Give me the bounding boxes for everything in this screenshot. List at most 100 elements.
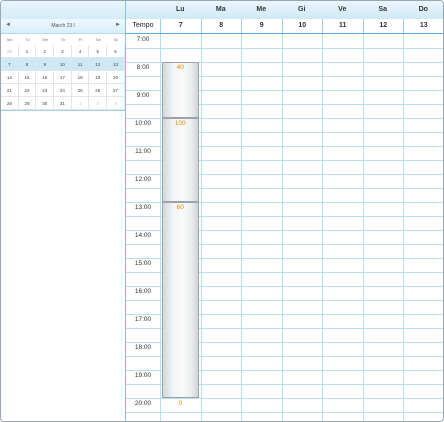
mini-calendar-day[interactable]: 7 — [1, 58, 19, 71]
day-header[interactable]: Lu — [160, 1, 201, 19]
event-value-label: 40 — [176, 64, 184, 71]
mini-calendar-weekdays: Mo Tu We Th Fr Sa Su — [1, 34, 125, 45]
week-schedule: Lu Ma Me Gi Ve Sa Do Tempo 7 8 9 10 11 12 13 7:00 8:00… — [126, 1, 443, 421]
day-header[interactable]: Ve — [322, 1, 363, 19]
weekday-label: Sa — [95, 37, 101, 42]
time-label: 11:00 — [135, 148, 151, 155]
mini-calendar-week: 14 15 16 17 18 19 20 — [1, 71, 125, 84]
mini-calendar-day[interactable]: 8 — [18, 58, 37, 71]
mini-calendar-day[interactable]: 28 — [1, 45, 19, 58]
mini-calendar-day[interactable]: 19 — [89, 71, 108, 84]
schedule-event-block[interactable] — [162, 202, 199, 398]
mini-calendar-day[interactable]: 2 — [36, 45, 55, 58]
event-value-label: 0 — [178, 400, 183, 407]
time-label: 19:00 — [134, 372, 152, 379]
date-header-cell[interactable]: 8 — [200, 19, 242, 33]
grid-column-line — [281, 34, 283, 421]
left-panel: ◄ March 23 l ► Mo Tu We Th Fr Sa Su 28 1 2… — [1, 1, 126, 421]
mini-calendar-week: 21 22 23 24 25 26 27 — [1, 84, 125, 97]
calendar-window: ◄ March 23 l ► Mo Tu We Th Fr Sa Su 28 1 2… — [0, 0, 444, 422]
mini-calendar-day[interactable]: 17 — [54, 71, 72, 84]
event-value-label: 60 — [176, 204, 184, 211]
time-label: 15:00 — [134, 260, 152, 267]
event-value-label: 100 — [174, 120, 186, 127]
mini-calendar-week: 28 1 2 3 4 5 6 — [1, 45, 125, 58]
mini-calendar-day[interactable]: 30 — [36, 97, 55, 110]
weekday-label: Tu — [25, 37, 30, 42]
mini-calendar-day[interactable]: 18 — [71, 71, 90, 84]
time-label: 7:00 — [136, 36, 150, 43]
mini-calendar-week: 28 29 30 31 1 2 3 — [1, 97, 125, 110]
day-header[interactable]: Do — [403, 1, 443, 19]
grid-column-line — [322, 34, 323, 421]
time-column-header: Tempo — [132, 22, 154, 29]
mini-calendar-day[interactable]: 20 — [107, 71, 125, 84]
grid-column-line — [241, 34, 242, 421]
grid-column-line — [403, 34, 404, 421]
weekday-label: Fr — [78, 37, 83, 42]
mini-calendar-day[interactable]: 21 — [1, 84, 19, 97]
weekday-label: Su — [113, 37, 119, 42]
date-header-cell[interactable]: 11 — [322, 19, 363, 33]
mini-calendar-day[interactable]: 3 — [107, 97, 125, 110]
date-header: Tempo 7 8 9 10 11 12 13 — [126, 19, 443, 34]
weekday-label: We — [42, 37, 49, 42]
mini-calendar-day[interactable]: 27 — [107, 84, 125, 97]
weekday-label: Mo — [7, 37, 13, 42]
time-label: 10:00 — [134, 120, 152, 127]
mini-calendar-week: 7 8 9 10 11 12 13 — [1, 58, 125, 71]
day-header[interactable]: Ma — [201, 1, 242, 19]
mini-calendar-day[interactable]: 4 — [71, 45, 90, 58]
date-header-cell[interactable]: 13 — [403, 19, 443, 33]
grid-column-line — [362, 34, 364, 421]
mini-calendar-day[interactable]: 29 — [18, 97, 37, 110]
mini-calendar-day[interactable]: 26 — [89, 84, 108, 97]
date-header-cell[interactable]: 10 — [281, 19, 323, 33]
day-header[interactable]: Me — [241, 1, 282, 19]
mini-calendar-day[interactable]: 5 — [89, 45, 108, 58]
time-label: 9:00 — [136, 92, 150, 99]
mini-calendar-day[interactable]: 10 — [54, 58, 72, 71]
mini-calendar-day[interactable]: 2 — [89, 97, 108, 110]
mini-calendar-day[interactable]: 9 — [36, 58, 55, 71]
time-label: 12:00 — [134, 176, 152, 183]
time-label: 8:00 — [136, 64, 150, 71]
time-label: 16:00 — [134, 288, 152, 295]
left-header — [1, 1, 125, 20]
time-label: 13:00 — [134, 204, 152, 211]
date-header-cell[interactable]: 7 — [160, 19, 201, 33]
grid-row-line — [126, 412, 443, 413]
mini-calendar-day[interactable]: 31 — [54, 97, 72, 110]
mini-calendar-day[interactable]: 15 — [18, 71, 37, 84]
date-header-cell[interactable]: 12 — [362, 19, 404, 33]
day-header[interactable]: Sa — [363, 1, 404, 19]
mini-calendar-day[interactable]: 25 — [71, 84, 90, 97]
date-header-cell[interactable]: 9 — [241, 19, 282, 33]
time-label: 14:00 — [134, 232, 152, 239]
mini-calendar-nav: ◄ March 23 l ► — [1, 19, 125, 34]
next-month-icon[interactable]: ► — [115, 22, 121, 28]
time-label: 18:00 — [134, 344, 152, 351]
schedule-event-block[interactable] — [162, 118, 199, 202]
mini-calendar-day[interactable]: 16 — [36, 71, 55, 84]
mini-calendar-day[interactable]: 11 — [71, 58, 90, 71]
mini-calendar-day[interactable]: 24 — [54, 84, 72, 97]
mini-calendar-day[interactable]: 1 — [18, 45, 37, 58]
mini-calendar-day[interactable]: 1 — [71, 97, 90, 110]
time-label: 20:00 — [134, 400, 152, 407]
grid-column-line — [160, 34, 161, 421]
day-header[interactable]: Gi — [282, 1, 323, 19]
mini-calendar-weeks: 28 1 2 3 4 5 6 7 8 9 10 11 12 13 14 15 16 17 18 19 20 21 22 23 2… — [1, 45, 125, 111]
mini-calendar-day[interactable]: 22 — [18, 84, 37, 97]
mini-calendar-day[interactable]: 13 — [107, 58, 125, 71]
mini-calendar-day[interactable]: 14 — [1, 71, 19, 84]
grid-row-line — [126, 48, 443, 49]
mini-calendar-day[interactable]: 3 — [54, 45, 72, 58]
mini-calendar-day[interactable]: 6 — [107, 45, 125, 58]
mini-calendar-day[interactable]: 28 — [1, 97, 19, 110]
grid-column-line — [200, 34, 202, 421]
day-name-header: Lu Ma Me Gi Ve Sa Do — [126, 1, 443, 20]
time-label: 17:00 — [134, 316, 152, 323]
mini-calendar-day[interactable]: 23 — [36, 84, 55, 97]
mini-calendar-day[interactable]: 12 — [89, 58, 108, 71]
